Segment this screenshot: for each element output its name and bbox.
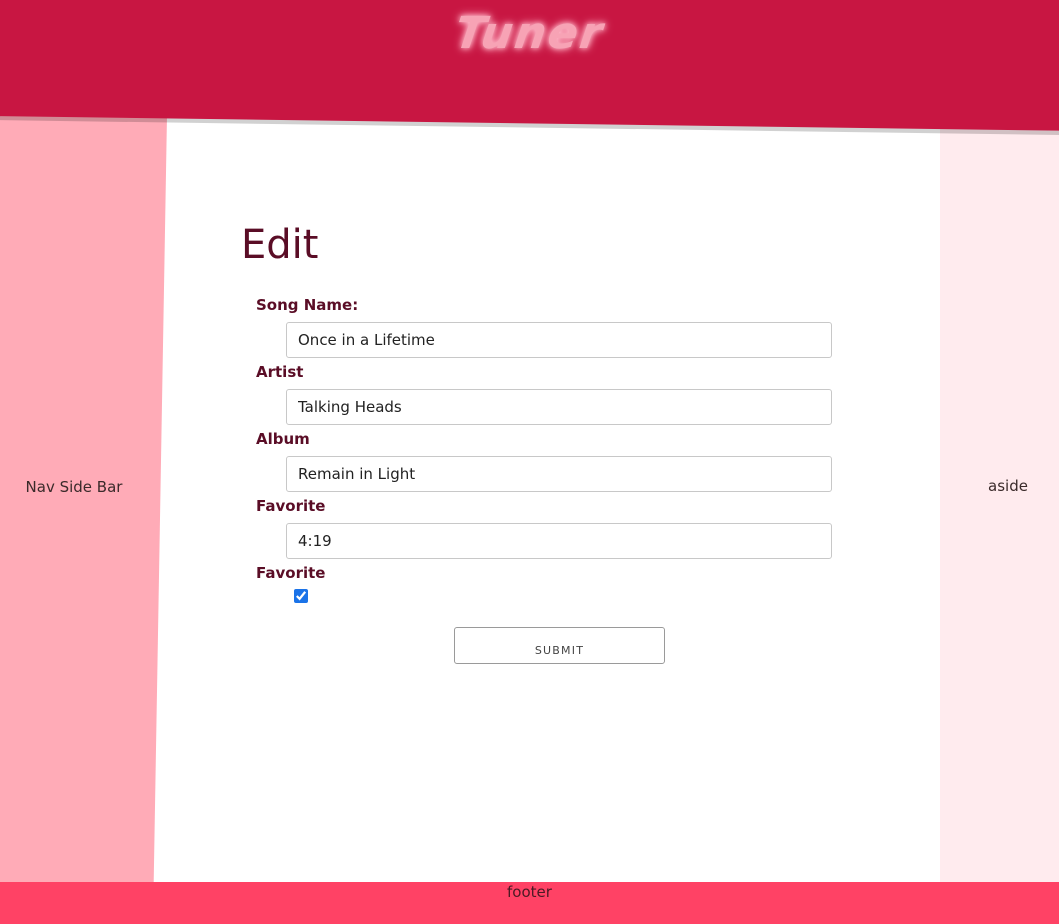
submit-button[interactable]: SUBMIT — [454, 627, 665, 664]
page: Tuner Nav Side Bar aside Edit Song Name:… — [0, 0, 1059, 924]
footer-label: footer — [507, 883, 552, 901]
time-input[interactable] — [286, 523, 832, 559]
favorite-label: Favorite — [256, 564, 326, 582]
song-name-label: Song Name: — [256, 296, 359, 314]
page-title: Edit — [241, 222, 319, 268]
album-label: Album — [256, 430, 310, 448]
logo[interactable]: Tuner — [0, 8, 1059, 59]
aside-label: aside — [988, 477, 1028, 495]
album-input[interactable] — [286, 456, 832, 492]
song-name-input[interactable] — [286, 322, 832, 358]
artist-label: Artist — [256, 363, 304, 381]
artist-input[interactable] — [286, 389, 832, 425]
header: Tuner — [0, 0, 1059, 131]
favorite-checkbox[interactable] — [294, 589, 308, 603]
nav-side-bar — [0, 115, 167, 885]
aside — [940, 115, 1059, 885]
nav-side-bar-label: Nav Side Bar — [25, 478, 123, 496]
time-label: Favorite — [256, 497, 326, 515]
